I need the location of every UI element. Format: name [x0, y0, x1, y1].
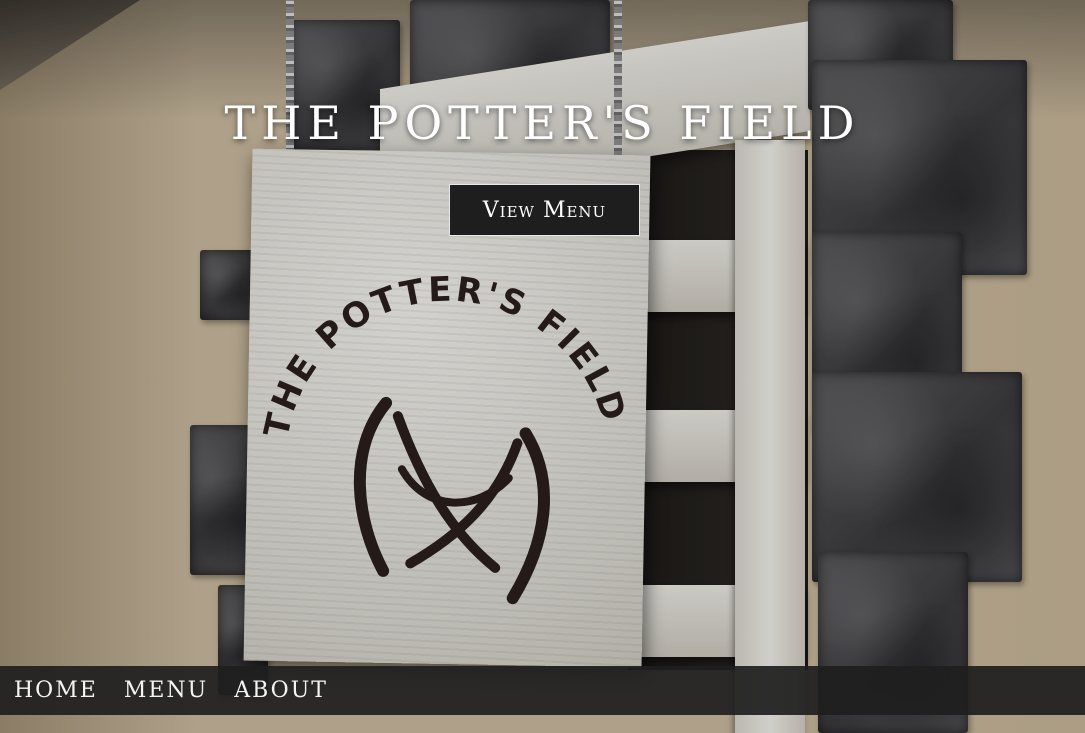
nav-item-home[interactable]: HOME	[14, 678, 98, 703]
main-nav: HOME MENU ABOUT	[0, 666, 1085, 715]
view-menu-button[interactable]: View Menu	[449, 184, 640, 236]
nav-item-about[interactable]: ABOUT	[234, 678, 328, 703]
nav-item-menu[interactable]: MENU	[124, 678, 208, 703]
page-title: THE POTTER'S FIELD	[224, 96, 861, 150]
